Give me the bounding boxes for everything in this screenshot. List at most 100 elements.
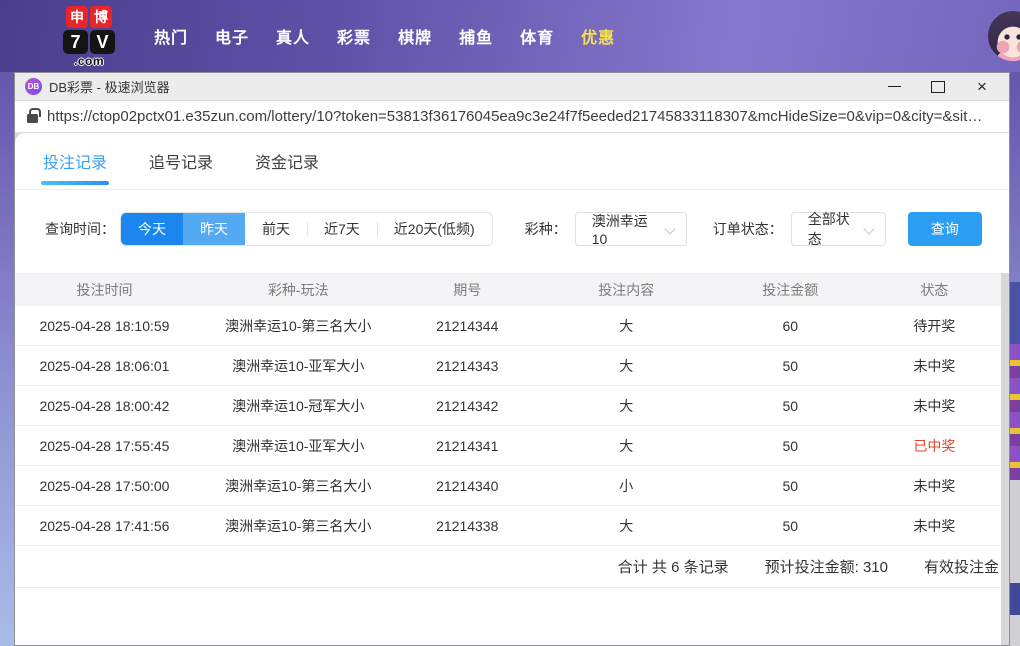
minimize-icon[interactable] bbox=[885, 78, 903, 96]
column-header-2: 期号 bbox=[453, 281, 482, 298]
lottery-select-value: 澳洲幸运10 bbox=[591, 213, 648, 247]
nav-item-6[interactable]: 体育 bbox=[520, 24, 554, 48]
time-filter-label: 查询时间： bbox=[45, 221, 115, 237]
order-status-label: 订单状态： bbox=[712, 221, 783, 237]
cell-game: 澳洲幸运10-亚军大小 bbox=[232, 357, 365, 374]
cell-content: 大 bbox=[619, 317, 634, 334]
table-header-row: 投注时间 彩种-玩法 期号 投注内容 投注金额 状态 bbox=[15, 273, 1009, 306]
filter-bar: 查询时间： 今天 昨天 前天 近7天 近20天(低频) 彩种： 澳洲幸运10 订单状态：… bbox=[45, 211, 1009, 247]
window-title: DB彩票 - 极速浏览器 bbox=[49, 80, 170, 95]
cell-game: 澳洲幸运10-第三名大小 bbox=[225, 477, 372, 494]
cell-status: 未中奖 bbox=[913, 517, 956, 534]
address-bar[interactable]: https://ctop02pctx01.e35zun.com/lottery/… bbox=[15, 101, 1009, 133]
logo-dotcom: .com bbox=[73, 53, 104, 68]
cell-issue: 21214343 bbox=[436, 357, 499, 374]
nav-item-1[interactable]: 电子 bbox=[215, 24, 249, 48]
background-window-fragment bbox=[1010, 344, 1020, 480]
tab-chase-records[interactable]: 追号记录 bbox=[149, 133, 213, 189]
summary-row: 合计 共 6 条记录 预计投注金额: 310 有效投注金 bbox=[15, 546, 1009, 588]
lock-icon bbox=[27, 108, 41, 123]
cell-issue: 21214342 bbox=[436, 397, 499, 414]
time-option-2[interactable]: 前天 bbox=[245, 213, 307, 245]
nav-item-7[interactable]: 优惠 bbox=[581, 24, 615, 48]
cell-amount: 50 bbox=[782, 397, 799, 414]
query-button[interactable]: 查询 bbox=[907, 212, 982, 246]
cell-amount: 50 bbox=[782, 477, 799, 494]
maximize-icon[interactable] bbox=[929, 78, 947, 96]
lottery-select[interactable]: 澳洲幸运10 bbox=[574, 212, 687, 247]
tab-bet-records[interactable]: 投注记录 bbox=[40, 133, 110, 189]
cell-issue: 21214344 bbox=[436, 317, 499, 334]
cell-content: 小 bbox=[619, 477, 634, 494]
time-option-1[interactable]: 昨天 bbox=[183, 213, 245, 245]
column-header-4: 投注金额 bbox=[762, 281, 819, 298]
screen: 申 博 7 V .com 热门 电子 真人 彩票 棋牌 捕鱼 体育 优惠 DB DB彩票 - … bbox=[0, 0, 1020, 646]
cell-content: 大 bbox=[619, 397, 634, 414]
close-icon[interactable]: × bbox=[973, 78, 991, 96]
cell-game: 澳洲幸运10-亚军大小 bbox=[232, 437, 365, 454]
cell-issue: 21214340 bbox=[436, 477, 499, 494]
window-titlebar: DB DB彩票 - 极速浏览器 × bbox=[15, 73, 1009, 101]
time-option-4[interactable]: 近20天(低频) bbox=[376, 213, 492, 245]
time-option-3[interactable]: 近7天 bbox=[307, 213, 377, 245]
cell-status: 未中奖 bbox=[913, 477, 956, 494]
nav-item-2[interactable]: 真人 bbox=[276, 24, 310, 48]
nav-item-3[interactable]: 彩票 bbox=[337, 24, 371, 48]
url-text[interactable]: https://ctop02pctx01.e35zun.com/lottery/… bbox=[47, 108, 982, 125]
summary-valid-amount: 有效投注金 bbox=[923, 559, 999, 576]
page-scrollbar[interactable] bbox=[1001, 273, 1009, 645]
summary-expected-amount: 预计投注金额: 310 bbox=[764, 559, 888, 576]
browser-favicon: DB bbox=[25, 78, 42, 95]
cell-status: 待开奖 bbox=[913, 317, 956, 334]
site-logo[interactable]: 申 博 7 V .com bbox=[60, 5, 118, 68]
user-avatar[interactable] bbox=[987, 10, 1020, 62]
cell-status: 未中奖 bbox=[913, 397, 956, 414]
logo-char-v: V bbox=[90, 29, 115, 54]
background-window-fragment bbox=[1010, 282, 1020, 344]
nav-item-4[interactable]: 棋牌 bbox=[398, 24, 432, 48]
cell-status: 已中奖 bbox=[913, 437, 956, 454]
column-header-5: 状态 bbox=[920, 281, 949, 298]
page-content: 投注记录 追号记录 资金记录 查询时间： 今天 昨天 前天 近7天 近20天(低频) 彩… bbox=[15, 133, 1009, 645]
record-tabs: 投注记录 追号记录 资金记录 bbox=[15, 133, 1009, 190]
cell-game: 澳洲幸运10-第三名大小 bbox=[225, 517, 372, 534]
cell-time: 2025-04-28 18:00:42 bbox=[39, 397, 170, 414]
table-row: 2025-04-28 18:06:01 澳洲幸运10-亚军大小 21214343 大 5… bbox=[15, 346, 1009, 386]
cell-content: 大 bbox=[619, 437, 634, 454]
cell-amount: 50 bbox=[782, 517, 799, 534]
table-row: 2025-04-28 18:00:42 澳洲幸运10-冠军大小 21214342 大 5… bbox=[15, 386, 1009, 426]
nav-item-5[interactable]: 捕鱼 bbox=[459, 24, 493, 48]
cell-time: 2025-04-28 18:06:01 bbox=[39, 357, 170, 374]
background-window-fragment bbox=[1010, 615, 1020, 646]
summary-total-records: 合计 共 6 条记录 bbox=[617, 559, 729, 576]
lottery-filter-label: 彩种： bbox=[524, 221, 567, 237]
nav-item-0[interactable]: 热门 bbox=[154, 24, 188, 48]
order-status-value: 全部状态 bbox=[807, 211, 850, 247]
site-navbar: 申 博 7 V .com 热门 电子 真人 彩票 棋牌 捕鱼 体育 优惠 bbox=[0, 0, 1020, 72]
cell-game: 澳洲幸运10-冠军大小 bbox=[232, 397, 365, 414]
table-body: 2025-04-28 18:10:59 澳洲幸运10-第三名大小 21214344 大… bbox=[15, 306, 1009, 546]
column-header-3: 投注内容 bbox=[598, 281, 655, 298]
bet-records-table: 投注时间 彩种-玩法 期号 投注内容 投注金额 状态 2025-04-28 18:10:5… bbox=[15, 273, 1009, 546]
browser-window: DB DB彩票 - 极速浏览器 × https://ctop02pctx01.e… bbox=[14, 72, 1010, 646]
tab-fund-records[interactable]: 资金记录 bbox=[255, 133, 319, 189]
time-filter-group: 今天 昨天 前天 近7天 近20天(低频) bbox=[120, 212, 493, 246]
background-window-fragment bbox=[1010, 583, 1020, 615]
order-status-select[interactable]: 全部状态 bbox=[790, 211, 886, 247]
cell-status: 未中奖 bbox=[913, 357, 956, 374]
cell-content: 大 bbox=[619, 517, 634, 534]
logo-char-bo: 博 bbox=[90, 5, 112, 28]
background-window-fragment bbox=[1010, 480, 1020, 583]
logo-char-7: 7 bbox=[63, 29, 88, 54]
cell-issue: 21214341 bbox=[436, 437, 499, 454]
column-header-0: 投注时间 bbox=[76, 281, 133, 298]
cell-game: 澳洲幸运10-第三名大小 bbox=[225, 317, 372, 334]
cell-amount: 60 bbox=[782, 317, 799, 334]
cell-time: 2025-04-28 17:55:45 bbox=[39, 437, 170, 454]
table-row: 2025-04-28 17:50:00 澳洲幸运10-第三名大小 21214340 小… bbox=[15, 466, 1009, 506]
cell-issue: 21214338 bbox=[436, 517, 499, 534]
time-option-0[interactable]: 今天 bbox=[121, 213, 183, 245]
logo-char-shen: 申 bbox=[66, 5, 88, 28]
column-header-1: 彩种-玩法 bbox=[267, 281, 329, 298]
site-menu: 热门 电子 真人 彩票 棋牌 捕鱼 体育 优惠 bbox=[154, 24, 615, 48]
